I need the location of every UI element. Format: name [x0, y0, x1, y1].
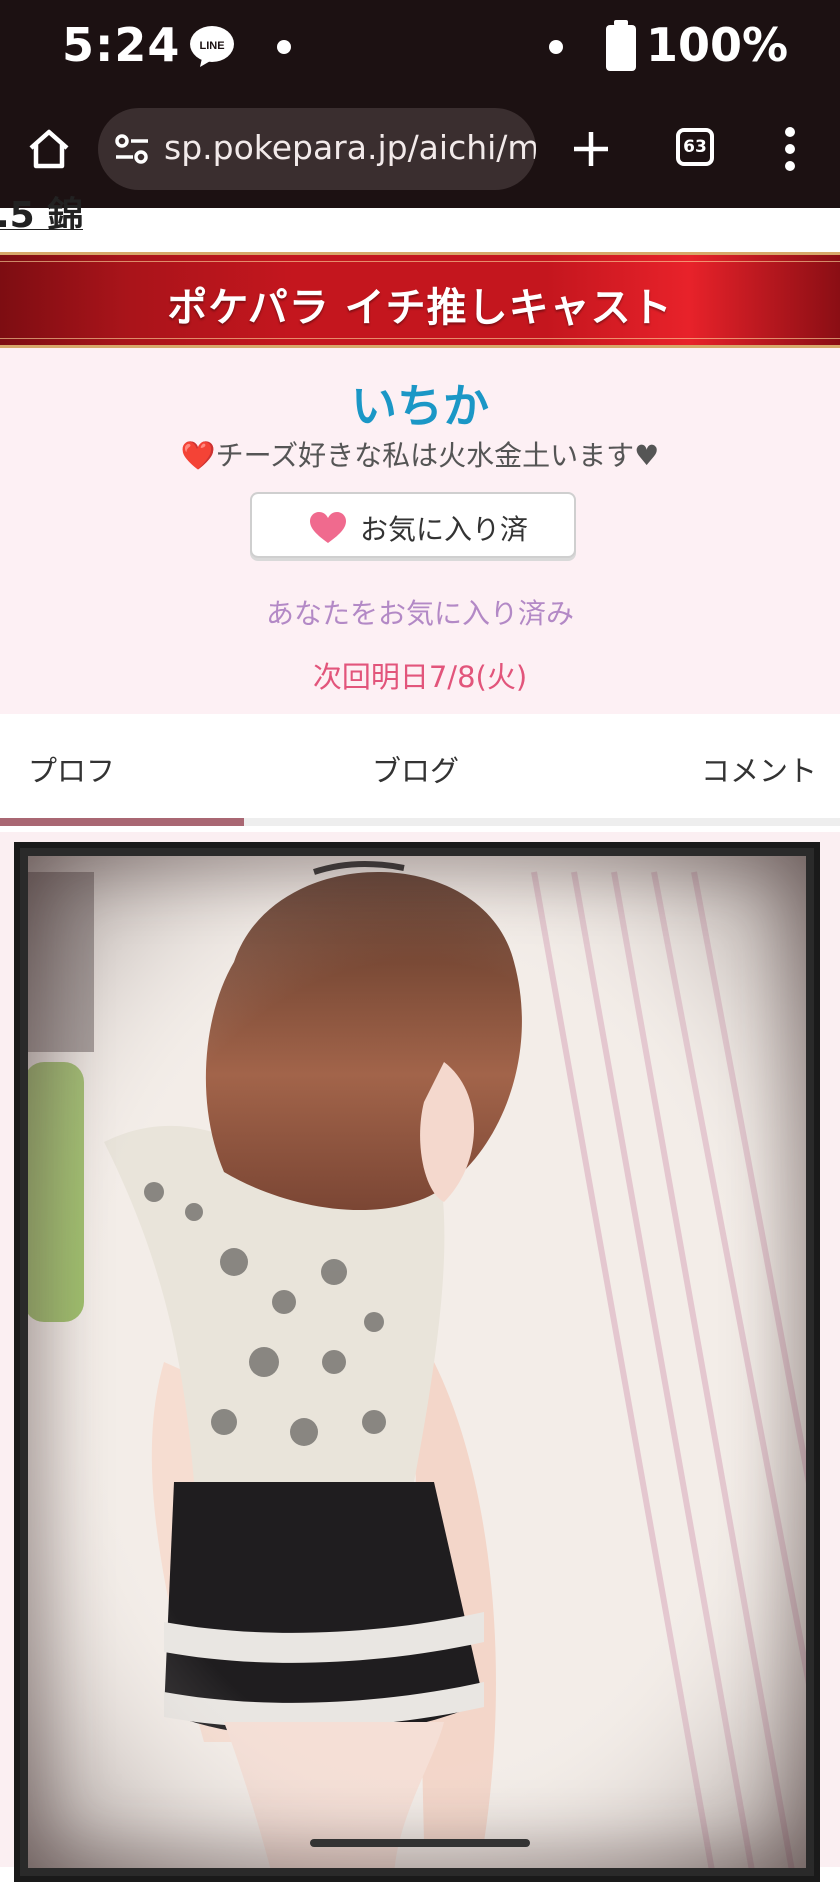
favorite-status-note: あなたをお気に入り済み: [265, 597, 574, 630]
gesture-bar: [310, 1839, 530, 1847]
notification-dot: [549, 40, 563, 54]
heart-icon: [310, 512, 346, 543]
profile-tabs: プロフ ブログ コメント: [0, 714, 840, 826]
browser-toolbar: sp.pokepara.jp/aichi/m2 63: [0, 96, 840, 208]
photo-frame: [14, 842, 820, 1882]
favorite-button[interactable]: お気に入り済: [250, 492, 576, 558]
more-menu-icon[interactable]: [784, 126, 796, 172]
tab-switcher-icon[interactable]: 63: [676, 128, 714, 166]
featured-cast-banner: ポケパラ イチ推しキャスト: [0, 252, 840, 348]
next-schedule: 次回明日7/8(火): [312, 660, 528, 694]
favorite-button-label: お気に入り済: [360, 513, 529, 546]
address-bar[interactable]: sp.pokepara.jp/aichi/m2: [98, 108, 536, 190]
cast-name: いちか: [351, 379, 489, 433]
home-icon[interactable]: [26, 126, 72, 172]
url-text: sp.pokepara.jp/aichi/m2: [164, 128, 536, 167]
active-tab-indicator: [0, 818, 244, 826]
cast-catchphrase: ❤️チーズ好きな私は火水金土います♥: [180, 439, 660, 472]
banner-title: ポケパラ イチ推しキャスト: [167, 285, 673, 331]
page-content: .5 錦 ポケパラ イチ推しキャスト いちか ❤️チーズ好きな私は火水金土います…: [0, 195, 840, 1882]
new-tab-icon[interactable]: [570, 128, 612, 170]
line-app-icon: LINE: [190, 26, 234, 67]
previous-section-text[interactable]: .5 錦: [0, 186, 83, 230]
cast-panel: いちか ❤️チーズ好きな私は火水金土います♥ お気に入り済 あなたをお気に入り済…: [0, 348, 840, 714]
battery-icon: [606, 20, 636, 71]
tab-comment[interactable]: コメント: [701, 748, 817, 790]
notification-dot: [277, 40, 291, 54]
photo-area: [0, 832, 840, 1882]
status-time: 5:24: [62, 18, 181, 72]
battery-level: 100%: [646, 18, 789, 72]
cast-photo[interactable]: [14, 842, 820, 1882]
site-settings-icon[interactable]: [114, 132, 150, 166]
tab-profile[interactable]: プロフ: [28, 748, 115, 790]
tab-count: 63: [683, 137, 707, 157]
svg-text:LINE: LINE: [199, 40, 224, 52]
status-bar: 5:24 LINE 100%: [0, 0, 840, 96]
tab-blog[interactable]: ブログ: [372, 748, 459, 790]
